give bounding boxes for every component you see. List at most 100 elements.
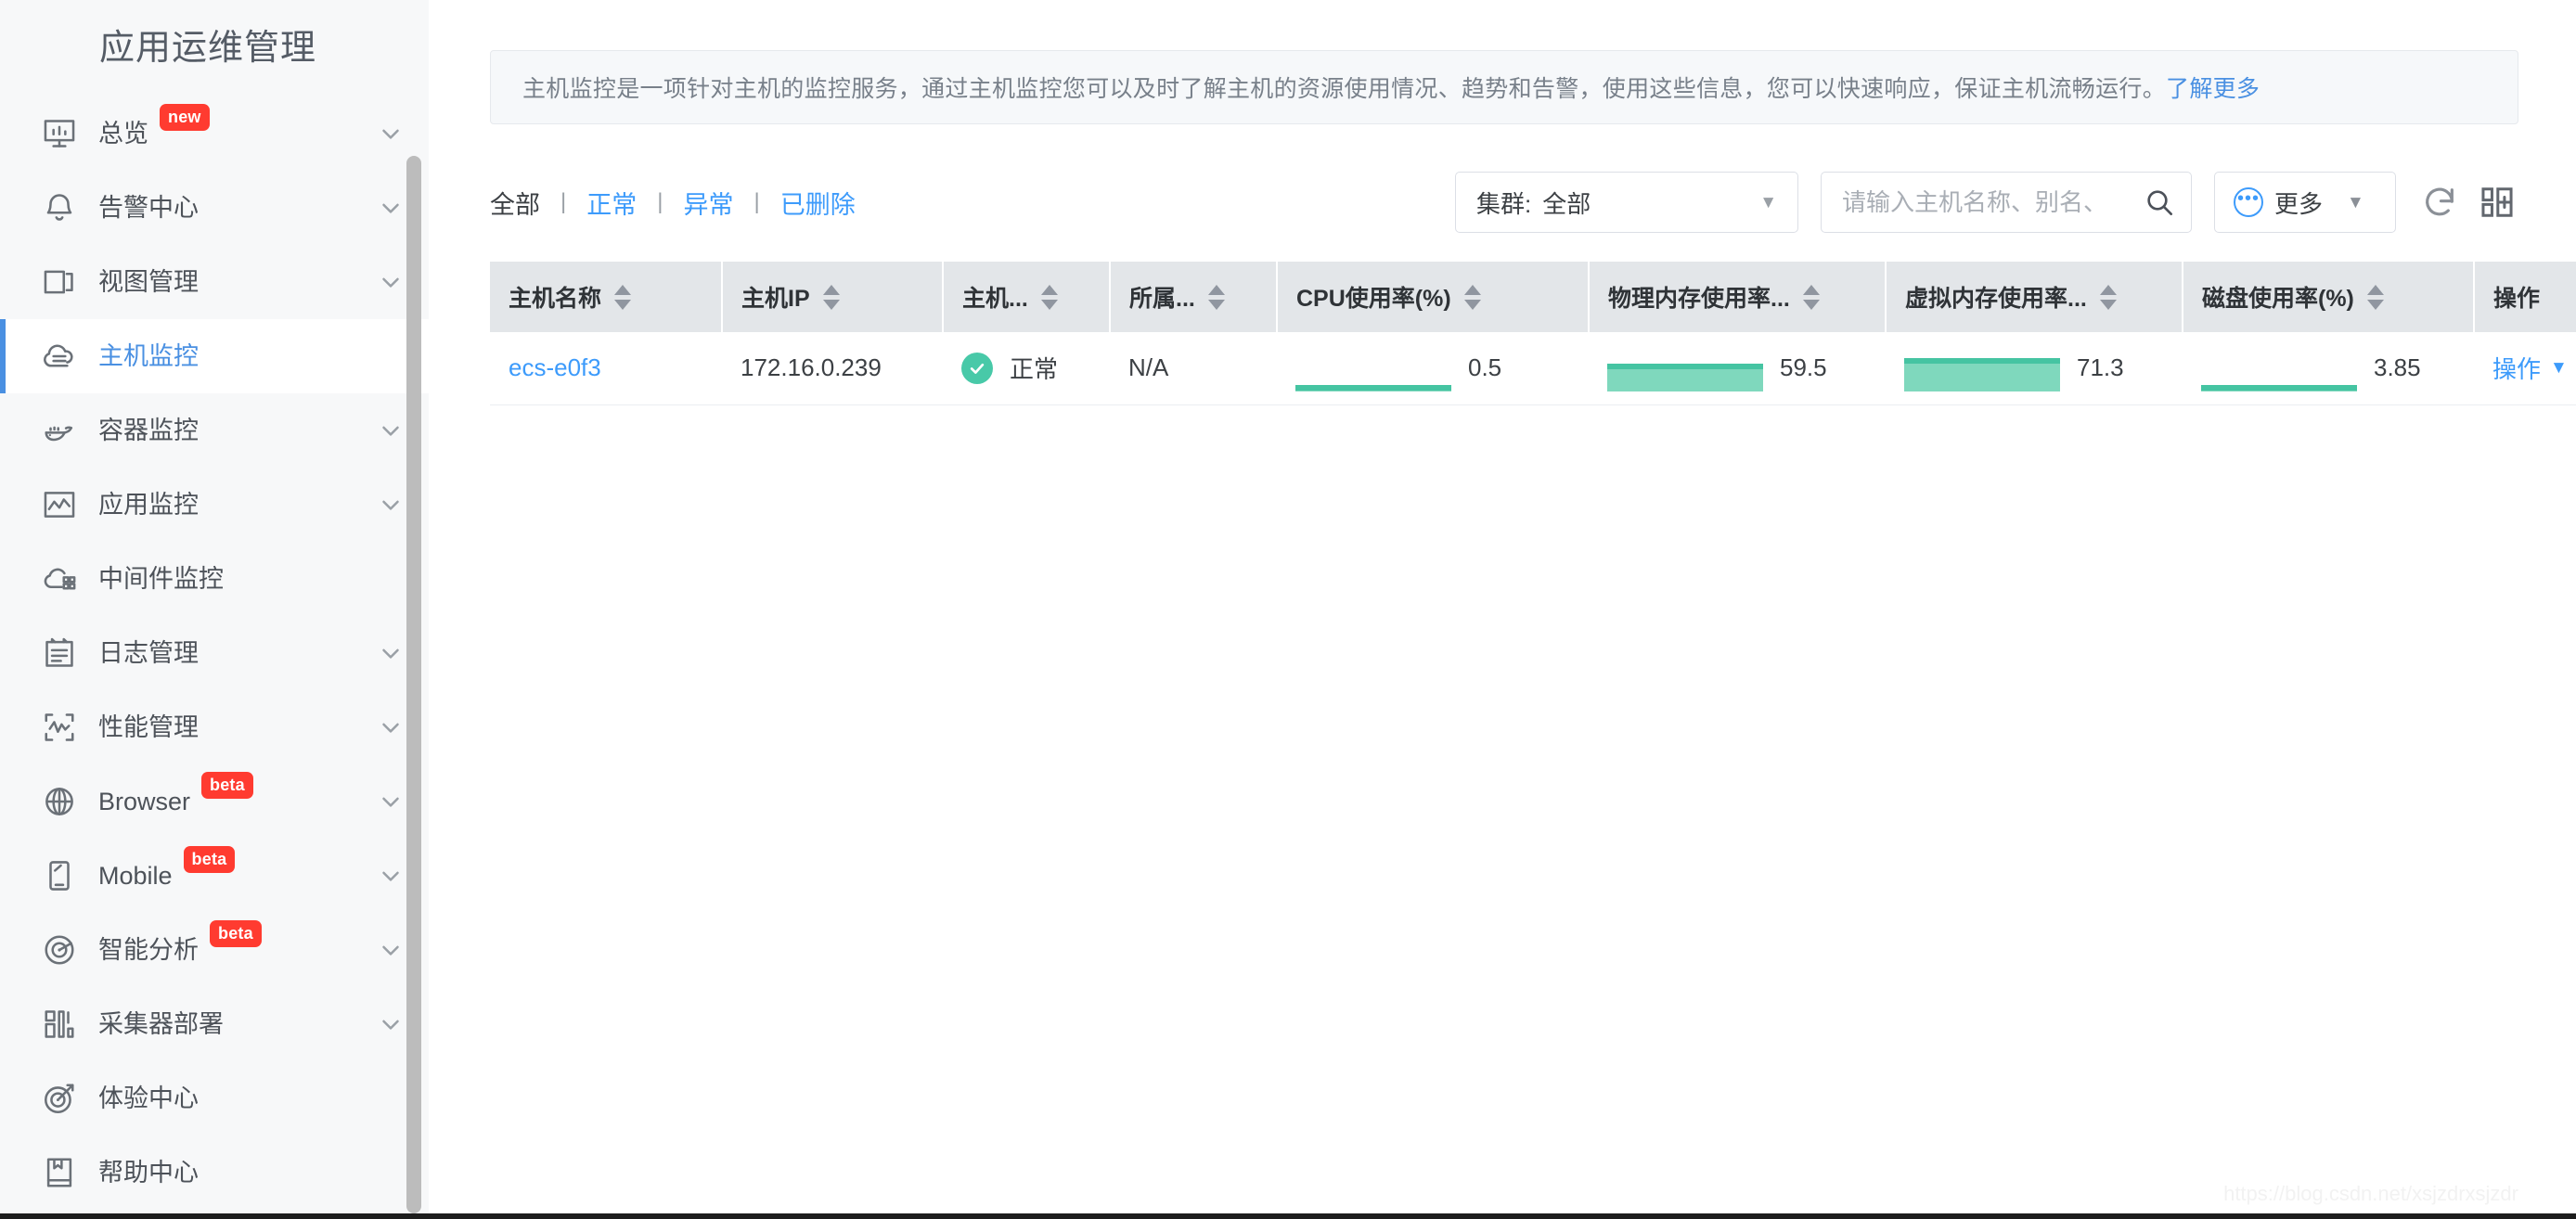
cell-virtual-memory-value: 71.3	[2077, 353, 2124, 382]
layers-icon	[41, 263, 78, 301]
chevron-down-icon[interactable]	[377, 936, 405, 964]
column-header-7[interactable]: 磁盘使用率(%)	[2183, 262, 2474, 332]
cluster-select[interactable]: 集群: 全部 ▼	[1455, 172, 1798, 233]
chevron-down-icon[interactable]	[377, 120, 405, 148]
app-root: 应用运维管理 总览new告警中心视图管理主机监控容器监控应用监控中间件监控日志管…	[0, 0, 2576, 1219]
bell-icon	[41, 189, 78, 226]
column-header-label: 主机...	[962, 280, 1028, 314]
sidebar-item-label: 主机监控	[98, 344, 199, 369]
chevron-down-icon: ▼	[1759, 194, 1777, 212]
learn-more-link[interactable]: 了解更多	[2166, 71, 2260, 104]
host-name-link[interactable]: ecs-e0f3	[509, 353, 601, 381]
sort-toggle-icon[interactable]	[614, 285, 631, 310]
column-header-2[interactable]: 主机...	[943, 262, 1110, 332]
more-button[interactable]: ••• 更多 ▼	[2214, 172, 2396, 233]
chevron-down-icon[interactable]	[377, 639, 405, 667]
column-header-label: 操作	[2493, 280, 2540, 314]
sidebar-item-14[interactable]: 帮助中心	[0, 1136, 429, 1210]
sidebar-item-5[interactable]: 应用监控	[0, 468, 429, 542]
book-icon	[41, 1154, 78, 1191]
chevron-down-icon[interactable]	[377, 1010, 405, 1038]
sort-toggle-icon[interactable]	[1041, 285, 1058, 310]
sidebar-item-9[interactable]: Browserbeta	[0, 764, 429, 839]
chevron-down-icon[interactable]	[377, 713, 405, 741]
column-header-5[interactable]: 物理内存使用率...	[1589, 262, 1886, 332]
column-header-6[interactable]: 虚拟内存使用率...	[1886, 262, 2183, 332]
sidebar-item-3[interactable]: 主机监控	[0, 319, 429, 393]
chevron-down-icon[interactable]	[377, 268, 405, 296]
sidebar-item-7[interactable]: 日志管理	[0, 616, 429, 690]
sidebar-item-label: 体验中心	[98, 1086, 199, 1111]
bottom-strip	[0, 1213, 2576, 1219]
column-settings-icon[interactable]	[2476, 181, 2518, 224]
sidebar-item-label: 帮助中心	[98, 1161, 199, 1186]
sort-toggle-icon[interactable]	[1464, 285, 1481, 310]
sidebar-item-11[interactable]: 智能分析beta	[0, 913, 429, 987]
app-title: 应用运维管理	[0, 0, 429, 96]
sidebar-item-label: 性能管理	[98, 715, 199, 740]
sidebar-item-12[interactable]: 采集器部署	[0, 987, 429, 1061]
filter-tab-0[interactable]: 全部	[490, 185, 540, 221]
chevron-down-icon[interactable]	[377, 862, 405, 890]
filter-tab-1[interactable]: 正常	[586, 185, 637, 221]
cluster-select-label: 集群:	[1476, 186, 1531, 220]
globe-icon	[41, 783, 78, 820]
sidebar-item-4[interactable]: 容器监控	[0, 393, 429, 468]
dashboard-icon	[41, 115, 78, 152]
search-input[interactable]	[1842, 188, 2145, 217]
search-box[interactable]	[1821, 172, 2192, 233]
filter-tab-3[interactable]: 已删除	[780, 185, 856, 221]
chevron-down-icon[interactable]	[377, 788, 405, 815]
sidebar-item-label: 容器监控	[98, 418, 199, 443]
column-header-4[interactable]: CPU使用率(%)	[1277, 262, 1589, 332]
cell-disk-usage-value: 3.85	[2374, 353, 2421, 382]
cell-virtual-memory: 71.3	[1886, 332, 2183, 404]
cell-disk-usage-sparkline	[2201, 345, 2357, 391]
status-label: 正常	[1010, 351, 1058, 385]
chevron-down-icon[interactable]	[377, 194, 405, 222]
search-icon[interactable]	[2145, 187, 2174, 217]
column-header-label: 磁盘使用率(%)	[2202, 280, 2354, 314]
target-icon	[41, 1080, 78, 1117]
refresh-icon[interactable]	[2418, 181, 2461, 224]
pulse-frame-icon	[41, 709, 78, 746]
table-body: ecs-e0f3172.16.0.239正常N/A0.559.571.33.85…	[490, 332, 2576, 404]
filter-tab-2[interactable]: 异常	[683, 185, 733, 221]
chevron-down-icon[interactable]	[377, 491, 405, 519]
more-button-label: 更多	[2274, 186, 2323, 220]
sidebar-item-13[interactable]: 体验中心	[0, 1061, 429, 1136]
cell-belongs-to: N/A	[1110, 332, 1277, 404]
sort-toggle-icon[interactable]	[823, 285, 840, 310]
sidebar-item-6[interactable]: 中间件监控	[0, 542, 429, 616]
sort-toggle-icon[interactable]	[2100, 285, 2117, 310]
column-header-1[interactable]: 主机IP	[722, 262, 943, 332]
column-header-8: 操作	[2474, 262, 2576, 332]
docker-icon	[41, 412, 78, 449]
table-toolbar: 全部|正常|异常|已删除 集群: 全部 ▼	[490, 167, 2518, 237]
sidebar-item-1[interactable]: 告警中心	[0, 171, 429, 245]
chevron-down-icon[interactable]	[377, 417, 405, 444]
cell-cpu-usage: 0.5	[1277, 332, 1589, 404]
sidebar-item-8[interactable]: 性能管理	[0, 690, 429, 764]
cell-cpu-usage-sparkline	[1295, 345, 1451, 391]
sort-toggle-icon[interactable]	[1803, 285, 1820, 310]
column-header-3[interactable]: 所属...	[1110, 262, 1277, 332]
sidebar-item-badge: new	[160, 104, 210, 131]
sidebar-item-label: 应用监控	[98, 493, 199, 518]
sidebar-item-2[interactable]: 视图管理	[0, 245, 429, 319]
sidebar-item-10[interactable]: Mobilebeta	[0, 839, 429, 913]
chevron-down-icon: ▼	[2550, 359, 2568, 377]
sidebar-item-0[interactable]: 总览new	[0, 96, 429, 171]
column-header-label: CPU使用率(%)	[1296, 280, 1451, 314]
column-header-0[interactable]: 主机名称	[490, 262, 722, 332]
row-action-menu[interactable]: 操作▼	[2492, 351, 2568, 385]
sort-toggle-icon[interactable]	[2367, 285, 2384, 310]
sort-toggle-icon[interactable]	[1208, 285, 1225, 310]
belongs-to-text: N/A	[1128, 353, 1168, 381]
sidebar-item-label: 中间件监控	[98, 567, 224, 592]
sidebar-scrollbar-thumb[interactable]	[406, 156, 421, 1213]
chart-box-icon	[41, 486, 78, 523]
sidebar-item-label: 智能分析	[98, 938, 199, 963]
sidebar-scrollbar[interactable]	[406, 156, 421, 1213]
clipboard-icon	[41, 635, 78, 672]
